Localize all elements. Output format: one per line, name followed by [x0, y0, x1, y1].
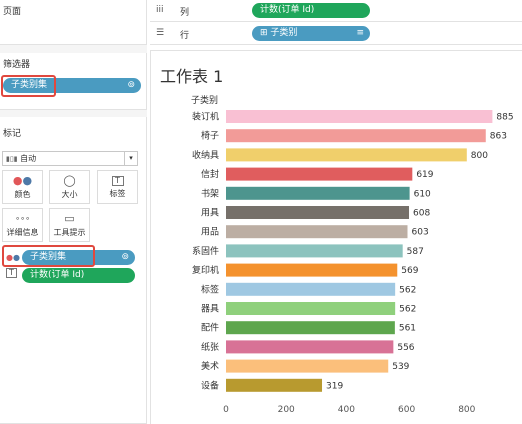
bar — [226, 302, 396, 315]
rows-shelf-label: 行 — [180, 31, 190, 41]
x-tick-label: 600 — [398, 405, 415, 415]
category-label: 美术 — [201, 360, 219, 372]
detail-button[interactable]: ∘∘∘ 详细信息 — [2, 208, 43, 242]
bar — [226, 359, 389, 373]
chevron-down-icon: ▾ — [124, 152, 137, 165]
marks-pill-count-order-id[interactable]: 计数(订单 Id) — [22, 268, 135, 283]
columns-shelf: iii 列 计数(订单 Id) — [150, 0, 522, 22]
filters-panel-title: 筛选器 — [3, 60, 31, 70]
detail-icon: ∘∘∘ — [14, 214, 31, 223]
y-axis-header: 子类别 — [191, 94, 218, 106]
bar — [226, 263, 398, 277]
bar-chart: 子类别装订机 885 椅子 863 收纳具 800 信封 619 书架 610 用具 608 用品 603… — [191, 94, 514, 415]
rows-icon: ☰ — [156, 28, 165, 38]
bar — [226, 378, 323, 392]
rows-shelf: ☰ 行 ⊞ 子类别 ≡ — [150, 23, 522, 45]
category-label: 标签 — [201, 283, 219, 295]
data-label: 619 — [416, 170, 433, 180]
pages-panel-title: 页面 — [3, 7, 22, 17]
size-button[interactable]: ◯ 大小 — [49, 170, 90, 204]
sort-descending-icon: ≡ — [356, 28, 364, 38]
category-label: 设备 — [201, 379, 219, 391]
filters-panel: 筛选器 子类别集 ⊚ — [0, 53, 147, 110]
data-label: 608 — [413, 209, 430, 219]
data-label: 603 — [412, 228, 429, 238]
data-label: 569 — [401, 266, 418, 276]
color-button-label: 颜色 — [14, 190, 31, 199]
category-label: 复印机 — [192, 264, 219, 276]
data-label: 319 — [326, 381, 343, 391]
filter-highlight-box — [1, 75, 56, 97]
category-label: 收纳具 — [192, 149, 219, 161]
x-tick-label: 0 — [223, 405, 229, 415]
marks-panel: 标记 ▮▯▮ 自动 ▾ ●● 颜色 ◯ 大小 T 标签 ∘∘∘ 详细信息 ▭ 工… — [0, 117, 147, 424]
data-label: 556 — [397, 343, 414, 353]
pages-panel: 页面 — [0, 0, 147, 45]
color-button[interactable]: ●● 颜色 — [2, 170, 43, 204]
label-icon: T — [111, 176, 124, 186]
data-label: 561 — [399, 324, 416, 334]
marks-panel-title: 标记 — [3, 129, 22, 139]
bar — [226, 321, 395, 335]
bar — [226, 225, 408, 239]
label-button[interactable]: T 标签 — [97, 170, 138, 204]
expand-icon: ⊞ — [260, 28, 271, 38]
data-label: 539 — [392, 362, 409, 372]
data-label: 610 — [414, 189, 431, 199]
sidebar: 页面 筛选器 子类别集 ⊚ 标记 ▮▯▮ 自动 ▾ ●● 颜色 ◯ 大小 T 标… — [0, 0, 147, 424]
bar — [226, 148, 467, 162]
columns-icon: iii — [156, 5, 164, 15]
mark-type-dropdown[interactable]: ▮▯▮ 自动 ▾ — [2, 151, 138, 166]
label-button-label: 标签 — [109, 189, 126, 198]
data-label: 587 — [407, 247, 424, 257]
bar — [226, 282, 396, 296]
x-tick-label: 200 — [278, 405, 295, 415]
worksheet: 工作表 1 子类别 装订机 885 椅子 863 收纳具 800 信封 619 书架 610 用具 60… — [150, 50, 522, 424]
tooltip-button-label: 工具提示 — [53, 228, 86, 237]
x-tick-label: 400 — [338, 405, 355, 415]
detail-button-label: 详细信息 — [6, 228, 39, 237]
columns-pill-label: 计数(订单 Id) — [260, 5, 315, 15]
bar — [226, 206, 410, 219]
category-label: 配件 — [201, 322, 219, 334]
bar — [226, 110, 493, 123]
category-label: 椅子 — [201, 130, 219, 142]
bar — [226, 186, 410, 200]
category-label: 器具 — [201, 304, 219, 315]
data-label: 562 — [399, 285, 416, 295]
category-label: 信封 — [201, 168, 219, 180]
color-dots-icon: ●● — [12, 174, 33, 187]
data-label: 885 — [496, 113, 513, 123]
tooltip-button[interactable]: ▭ 工具提示 — [49, 208, 90, 242]
category-label: 用具 — [201, 208, 219, 219]
columns-shelf-label: 列 — [180, 8, 190, 18]
size-button-label: 大小 — [61, 190, 78, 199]
bar-chart-icon: ▮▯▮ — [6, 155, 18, 163]
shelves: iii 列 计数(订单 Id) ☰ 行 ⊞ 子类别 ≡ — [150, 0, 522, 46]
bar — [226, 340, 394, 354]
set-icon: ⊚ — [127, 80, 135, 90]
set-icon: ⊚ — [121, 252, 129, 262]
rows-pill-subcategory[interactable]: ⊞ 子类别 ≡ — [252, 26, 370, 41]
bar — [226, 129, 486, 143]
x-tick-label: 800 — [458, 405, 475, 415]
marks-highlight-box — [2, 245, 95, 267]
data-label: 562 — [399, 305, 416, 315]
rows-pill-label: 子类别 — [270, 28, 298, 38]
category-label: 系固件 — [192, 245, 219, 257]
category-label: 装订机 — [192, 111, 219, 123]
size-icon: ◯ — [63, 174, 76, 187]
bar — [226, 167, 413, 181]
columns-pill-count-order-id[interactable]: 计数(订单 Id) — [252, 3, 370, 18]
marks-pill-label: 计数(订单 Id) — [30, 270, 85, 280]
label-icon: T — [6, 268, 17, 278]
tooltip-icon: ▭ — [64, 212, 75, 225]
data-label: 800 — [471, 151, 488, 161]
category-label: 纸张 — [201, 341, 219, 353]
mark-type-value: 自动 — [20, 154, 37, 163]
category-label: 用品 — [201, 227, 219, 238]
data-label: 863 — [490, 132, 507, 142]
category-label: 书架 — [201, 188, 219, 199]
bar — [226, 244, 403, 258]
